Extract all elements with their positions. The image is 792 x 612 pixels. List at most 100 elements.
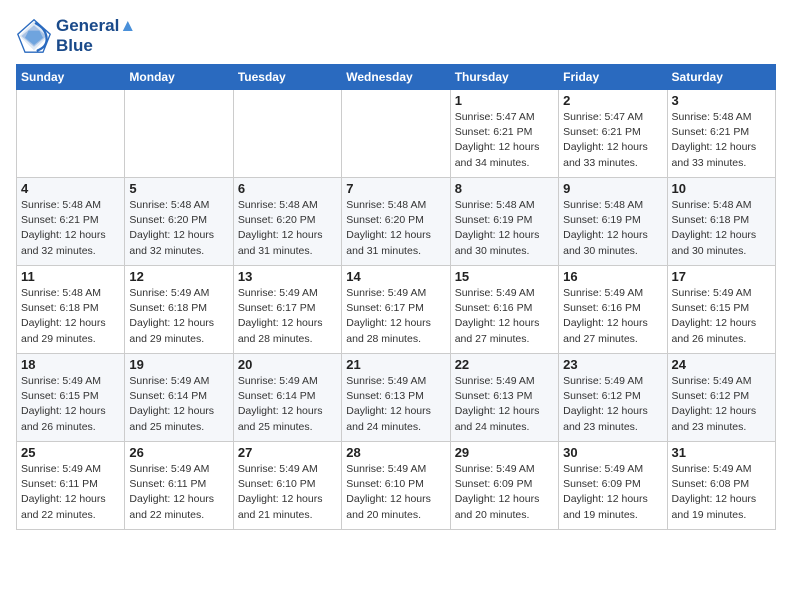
day-info: Sunrise: 5:48 AM Sunset: 6:19 PM Dayligh… (563, 198, 662, 259)
day-info: Sunrise: 5:48 AM Sunset: 6:19 PM Dayligh… (455, 198, 554, 259)
day-of-week-header: Thursday (450, 65, 558, 90)
calendar-cell: 3 Sunrise: 5:48 AM Sunset: 6:21 PM Daylig… (667, 90, 775, 178)
calendar-cell (342, 90, 450, 178)
calendar-table: SundayMondayTuesdayWednesdayThursdayFrid… (16, 64, 776, 530)
calendar-cell: 4 Sunrise: 5:48 AM Sunset: 6:21 PM Daylig… (17, 178, 125, 266)
calendar-cell: 31Sunrise: 5:49 AM Sunset: 6:08 PM Dayli… (667, 442, 775, 530)
day-number: 17 (672, 269, 771, 284)
calendar-week-row: 11Sunrise: 5:48 AM Sunset: 6:18 PM Dayli… (17, 266, 776, 354)
day-number: 6 (238, 181, 337, 196)
calendar-cell: 13 Sunrise: 5:49 AM Sunset: 6:17 PM Dayli… (233, 266, 341, 354)
day-number: 8 (455, 181, 554, 196)
day-number: 10 (672, 181, 771, 196)
calendar-cell: 7 Sunrise: 5:48 AM Sunset: 6:20 PM Daylig… (342, 178, 450, 266)
calendar-cell: 24Sunrise: 5:49 AM Sunset: 6:12 PM Dayli… (667, 354, 775, 442)
day-info: Sunrise: 5:48 AM Sunset: 6:21 PM Dayligh… (21, 198, 120, 259)
day-number: 24 (672, 357, 771, 372)
calendar-week-row: 1Sunrise: 5:47 AM Sunset: 6:21 PM Daylig… (17, 90, 776, 178)
calendar-header-row: SundayMondayTuesdayWednesdayThursdayFrid… (17, 65, 776, 90)
day-of-week-header: Sunday (17, 65, 125, 90)
day-info: Sunrise: 5:49 AM Sunset: 6:13 PM Dayligh… (455, 374, 554, 435)
day-number: 14 (346, 269, 445, 284)
day-info: Sunrise: 5:49 AM Sunset: 6:11 PM Dayligh… (129, 462, 228, 523)
calendar-cell: 1Sunrise: 5:47 AM Sunset: 6:21 PM Daylig… (450, 90, 558, 178)
calendar-cell: 28 Sunrise: 5:49 AM Sunset: 6:10 PM Dayli… (342, 442, 450, 530)
calendar-cell: 10 Sunrise: 5:48 AM Sunset: 6:18 PM Dayli… (667, 178, 775, 266)
day-info: Sunrise: 5:48 AM Sunset: 6:21 PM Dayligh… (672, 110, 771, 171)
logo: General▲ Blue (16, 16, 136, 56)
day-info: Sunrise: 5:48 AM Sunset: 6:20 PM Dayligh… (129, 198, 228, 259)
day-number: 27 (238, 445, 337, 460)
calendar-cell: 9 Sunrise: 5:48 AM Sunset: 6:19 PM Daylig… (559, 178, 667, 266)
calendar-body: 1Sunrise: 5:47 AM Sunset: 6:21 PM Daylig… (17, 90, 776, 530)
calendar-week-row: 18 Sunrise: 5:49 AM Sunset: 6:15 PM Dayli… (17, 354, 776, 442)
day-info: Sunrise: 5:49 AM Sunset: 6:09 PM Dayligh… (563, 462, 662, 523)
calendar-cell (233, 90, 341, 178)
day-number: 29 (455, 445, 554, 460)
calendar-cell: 29Sunrise: 5:49 AM Sunset: 6:09 PM Dayli… (450, 442, 558, 530)
day-of-week-header: Friday (559, 65, 667, 90)
day-info: Sunrise: 5:47 AM Sunset: 6:21 PM Dayligh… (563, 110, 662, 171)
calendar-week-row: 4 Sunrise: 5:48 AM Sunset: 6:21 PM Daylig… (17, 178, 776, 266)
calendar-cell (125, 90, 233, 178)
calendar-week-row: 25 Sunrise: 5:49 AM Sunset: 6:11 PM Dayli… (17, 442, 776, 530)
calendar-cell: 17Sunrise: 5:49 AM Sunset: 6:15 PM Dayli… (667, 266, 775, 354)
day-info: Sunrise: 5:49 AM Sunset: 6:16 PM Dayligh… (455, 286, 554, 347)
day-info: Sunrise: 5:49 AM Sunset: 6:15 PM Dayligh… (21, 374, 120, 435)
page-header: General▲ Blue (16, 16, 776, 56)
day-number: 28 (346, 445, 445, 460)
calendar-cell: 15Sunrise: 5:49 AM Sunset: 6:16 PM Dayli… (450, 266, 558, 354)
day-info: Sunrise: 5:49 AM Sunset: 6:14 PM Dayligh… (129, 374, 228, 435)
calendar-cell: 18 Sunrise: 5:49 AM Sunset: 6:15 PM Dayli… (17, 354, 125, 442)
calendar-cell: 12Sunrise: 5:49 AM Sunset: 6:18 PM Dayli… (125, 266, 233, 354)
calendar-cell: 11Sunrise: 5:48 AM Sunset: 6:18 PM Dayli… (17, 266, 125, 354)
logo-icon (16, 18, 52, 54)
calendar-cell: 16Sunrise: 5:49 AM Sunset: 6:16 PM Dayli… (559, 266, 667, 354)
day-info: Sunrise: 5:49 AM Sunset: 6:13 PM Dayligh… (346, 374, 445, 435)
day-number: 16 (563, 269, 662, 284)
day-number: 9 (563, 181, 662, 196)
calendar-cell: 23Sunrise: 5:49 AM Sunset: 6:12 PM Dayli… (559, 354, 667, 442)
day-number: 21 (346, 357, 445, 372)
day-number: 31 (672, 445, 771, 460)
day-info: Sunrise: 5:49 AM Sunset: 6:17 PM Dayligh… (238, 286, 337, 347)
day-number: 4 (21, 181, 120, 196)
day-info: Sunrise: 5:47 AM Sunset: 6:21 PM Dayligh… (455, 110, 554, 171)
day-info: Sunrise: 5:49 AM Sunset: 6:11 PM Dayligh… (21, 462, 120, 523)
calendar-cell: 21 Sunrise: 5:49 AM Sunset: 6:13 PM Dayli… (342, 354, 450, 442)
calendar-cell: 5 Sunrise: 5:48 AM Sunset: 6:20 PM Daylig… (125, 178, 233, 266)
day-info: Sunrise: 5:49 AM Sunset: 6:14 PM Dayligh… (238, 374, 337, 435)
day-number: 30 (563, 445, 662, 460)
day-info: Sunrise: 5:48 AM Sunset: 6:18 PM Dayligh… (21, 286, 120, 347)
day-info: Sunrise: 5:49 AM Sunset: 6:10 PM Dayligh… (238, 462, 337, 523)
calendar-cell: 8 Sunrise: 5:48 AM Sunset: 6:19 PM Daylig… (450, 178, 558, 266)
calendar-cell: 19 Sunrise: 5:49 AM Sunset: 6:14 PM Dayli… (125, 354, 233, 442)
calendar-cell: 20 Sunrise: 5:49 AM Sunset: 6:14 PM Dayli… (233, 354, 341, 442)
day-number: 7 (346, 181, 445, 196)
day-number: 5 (129, 181, 228, 196)
day-number: 2 (563, 93, 662, 108)
calendar-cell: 2 Sunrise: 5:47 AM Sunset: 6:21 PM Daylig… (559, 90, 667, 178)
calendar-cell: 22Sunrise: 5:49 AM Sunset: 6:13 PM Dayli… (450, 354, 558, 442)
day-number: 20 (238, 357, 337, 372)
day-number: 18 (21, 357, 120, 372)
calendar-cell: 6 Sunrise: 5:48 AM Sunset: 6:20 PM Daylig… (233, 178, 341, 266)
calendar-cell: 26 Sunrise: 5:49 AM Sunset: 6:11 PM Dayli… (125, 442, 233, 530)
calendar-cell (17, 90, 125, 178)
day-of-week-header: Tuesday (233, 65, 341, 90)
day-number: 12 (129, 269, 228, 284)
day-number: 13 (238, 269, 337, 284)
day-number: 3 (672, 93, 771, 108)
calendar-cell: 14Sunrise: 5:49 AM Sunset: 6:17 PM Dayli… (342, 266, 450, 354)
calendar-cell: 27 Sunrise: 5:49 AM Sunset: 6:10 PM Dayli… (233, 442, 341, 530)
day-info: Sunrise: 5:48 AM Sunset: 6:20 PM Dayligh… (238, 198, 337, 259)
day-number: 25 (21, 445, 120, 460)
day-number: 26 (129, 445, 228, 460)
day-info: Sunrise: 5:49 AM Sunset: 6:12 PM Dayligh… (563, 374, 662, 435)
day-number: 19 (129, 357, 228, 372)
day-info: Sunrise: 5:48 AM Sunset: 6:18 PM Dayligh… (672, 198, 771, 259)
calendar-cell: 25 Sunrise: 5:49 AM Sunset: 6:11 PM Dayli… (17, 442, 125, 530)
logo-text: General▲ Blue (56, 16, 136, 56)
day-info: Sunrise: 5:49 AM Sunset: 6:10 PM Dayligh… (346, 462, 445, 523)
day-info: Sunrise: 5:48 AM Sunset: 6:20 PM Dayligh… (346, 198, 445, 259)
